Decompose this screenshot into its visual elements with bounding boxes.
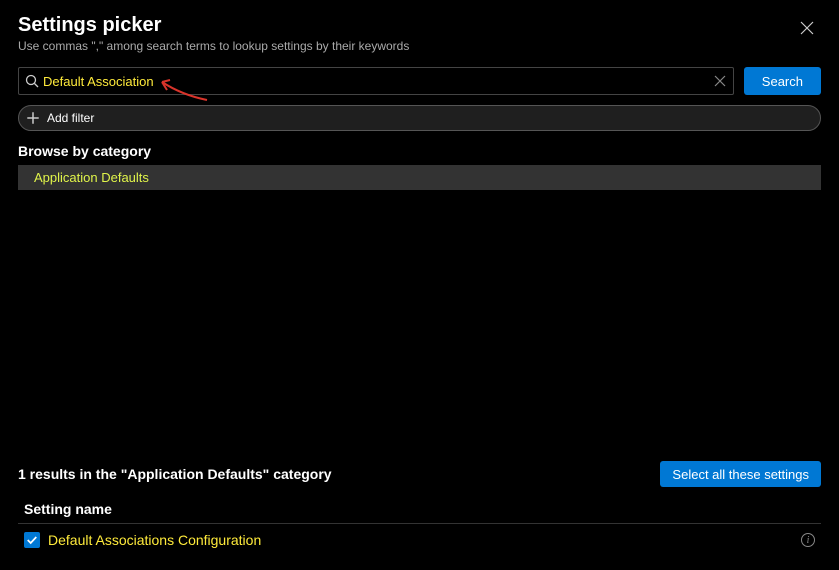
column-header-setting-name: Setting name [18, 495, 821, 523]
add-filter-button[interactable]: Add filter [18, 105, 821, 131]
select-all-button[interactable]: Select all these settings [660, 461, 821, 487]
search-button[interactable]: Search [744, 67, 821, 95]
result-name: Default Associations Configuration [48, 532, 261, 548]
search-icon [25, 74, 39, 88]
search-input[interactable] [43, 74, 713, 89]
add-filter-label: Add filter [47, 111, 94, 125]
results-summary: 1 results in the "Application Defaults" … [18, 466, 332, 482]
search-box[interactable] [18, 67, 734, 95]
check-icon [26, 534, 38, 546]
category-item-application-defaults[interactable]: Application Defaults [28, 169, 155, 186]
plus-icon [25, 110, 41, 126]
info-icon[interactable]: i [801, 533, 815, 547]
clear-search-icon[interactable] [713, 74, 727, 88]
close-button[interactable] [793, 14, 821, 42]
page-subtitle: Use commas "," among search terms to loo… [18, 39, 409, 53]
close-icon [800, 21, 814, 35]
category-row[interactable]: Application Defaults [18, 165, 821, 190]
page-title: Settings picker [18, 14, 409, 37]
result-row[interactable]: Default Associations Configuration i [18, 523, 821, 556]
result-checkbox[interactable] [24, 532, 40, 548]
browse-section-label: Browse by category [18, 143, 821, 159]
